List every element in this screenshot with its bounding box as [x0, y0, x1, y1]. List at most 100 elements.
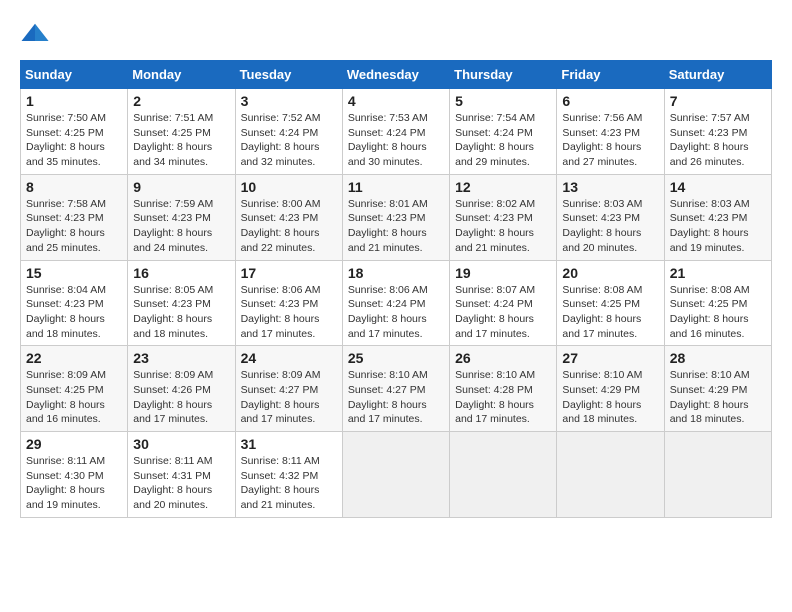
day-number: 20 [562, 265, 658, 281]
calendar-day-cell: 19 Sunrise: 8:07 AM Sunset: 4:24 PM Dayl… [450, 260, 557, 346]
calendar-day-cell: 25 Sunrise: 8:10 AM Sunset: 4:27 PM Dayl… [342, 346, 449, 432]
day-number: 13 [562, 179, 658, 195]
calendar-day-cell: 26 Sunrise: 8:10 AM Sunset: 4:28 PM Dayl… [450, 346, 557, 432]
day-info: Sunrise: 8:01 AM Sunset: 4:23 PM Dayligh… [348, 197, 444, 256]
day-number: 4 [348, 93, 444, 109]
day-number: 19 [455, 265, 551, 281]
calendar-day-cell: 3 Sunrise: 7:52 AM Sunset: 4:24 PM Dayli… [235, 89, 342, 175]
calendar-week-row: 22 Sunrise: 8:09 AM Sunset: 4:25 PM Dayl… [21, 346, 772, 432]
day-info: Sunrise: 7:56 AM Sunset: 4:23 PM Dayligh… [562, 111, 658, 170]
day-info: Sunrise: 8:09 AM Sunset: 4:26 PM Dayligh… [133, 368, 229, 427]
day-number: 24 [241, 350, 337, 366]
calendar-day-cell: 29 Sunrise: 8:11 AM Sunset: 4:30 PM Dayl… [21, 432, 128, 518]
day-info: Sunrise: 8:00 AM Sunset: 4:23 PM Dayligh… [241, 197, 337, 256]
day-number: 21 [670, 265, 766, 281]
day-of-week-header: Wednesday [342, 61, 449, 89]
calendar-day-cell: 21 Sunrise: 8:08 AM Sunset: 4:25 PM Dayl… [664, 260, 771, 346]
calendar-table: SundayMondayTuesdayWednesdayThursdayFrid… [20, 60, 772, 518]
day-number: 26 [455, 350, 551, 366]
calendar-day-cell: 5 Sunrise: 7:54 AM Sunset: 4:24 PM Dayli… [450, 89, 557, 175]
day-number: 15 [26, 265, 122, 281]
day-info: Sunrise: 8:06 AM Sunset: 4:23 PM Dayligh… [241, 283, 337, 342]
calendar-week-row: 29 Sunrise: 8:11 AM Sunset: 4:30 PM Dayl… [21, 432, 772, 518]
day-info: Sunrise: 8:08 AM Sunset: 4:25 PM Dayligh… [562, 283, 658, 342]
calendar-day-cell: 8 Sunrise: 7:58 AM Sunset: 4:23 PM Dayli… [21, 174, 128, 260]
page-header [20, 20, 772, 50]
calendar-header-row: SundayMondayTuesdayWednesdayThursdayFrid… [21, 61, 772, 89]
calendar-day-cell: 1 Sunrise: 7:50 AM Sunset: 4:25 PM Dayli… [21, 89, 128, 175]
calendar-day-cell: 31 Sunrise: 8:11 AM Sunset: 4:32 PM Dayl… [235, 432, 342, 518]
calendar-week-row: 15 Sunrise: 8:04 AM Sunset: 4:23 PM Dayl… [21, 260, 772, 346]
logo [20, 20, 54, 50]
calendar-day-cell [450, 432, 557, 518]
day-number: 9 [133, 179, 229, 195]
day-info: Sunrise: 8:11 AM Sunset: 4:31 PM Dayligh… [133, 454, 229, 513]
day-info: Sunrise: 8:11 AM Sunset: 4:32 PM Dayligh… [241, 454, 337, 513]
calendar-day-cell: 4 Sunrise: 7:53 AM Sunset: 4:24 PM Dayli… [342, 89, 449, 175]
day-number: 10 [241, 179, 337, 195]
day-info: Sunrise: 8:10 AM Sunset: 4:28 PM Dayligh… [455, 368, 551, 427]
day-number: 22 [26, 350, 122, 366]
calendar-day-cell: 23 Sunrise: 8:09 AM Sunset: 4:26 PM Dayl… [128, 346, 235, 432]
day-number: 23 [133, 350, 229, 366]
day-of-week-header: Saturday [664, 61, 771, 89]
day-info: Sunrise: 7:50 AM Sunset: 4:25 PM Dayligh… [26, 111, 122, 170]
day-of-week-header: Sunday [21, 61, 128, 89]
calendar-day-cell: 24 Sunrise: 8:09 AM Sunset: 4:27 PM Dayl… [235, 346, 342, 432]
calendar-day-cell: 22 Sunrise: 8:09 AM Sunset: 4:25 PM Dayl… [21, 346, 128, 432]
calendar-day-cell: 20 Sunrise: 8:08 AM Sunset: 4:25 PM Dayl… [557, 260, 664, 346]
calendar-day-cell: 15 Sunrise: 8:04 AM Sunset: 4:23 PM Dayl… [21, 260, 128, 346]
calendar-day-cell: 27 Sunrise: 8:10 AM Sunset: 4:29 PM Dayl… [557, 346, 664, 432]
day-of-week-header: Friday [557, 61, 664, 89]
day-number: 27 [562, 350, 658, 366]
day-number: 7 [670, 93, 766, 109]
calendar-day-cell [557, 432, 664, 518]
day-info: Sunrise: 7:51 AM Sunset: 4:25 PM Dayligh… [133, 111, 229, 170]
day-info: Sunrise: 7:52 AM Sunset: 4:24 PM Dayligh… [241, 111, 337, 170]
day-info: Sunrise: 8:06 AM Sunset: 4:24 PM Dayligh… [348, 283, 444, 342]
day-info: Sunrise: 8:03 AM Sunset: 4:23 PM Dayligh… [562, 197, 658, 256]
day-info: Sunrise: 8:07 AM Sunset: 4:24 PM Dayligh… [455, 283, 551, 342]
day-number: 8 [26, 179, 122, 195]
calendar-day-cell: 11 Sunrise: 8:01 AM Sunset: 4:23 PM Dayl… [342, 174, 449, 260]
day-info: Sunrise: 7:54 AM Sunset: 4:24 PM Dayligh… [455, 111, 551, 170]
day-number: 14 [670, 179, 766, 195]
day-number: 17 [241, 265, 337, 281]
day-info: Sunrise: 7:57 AM Sunset: 4:23 PM Dayligh… [670, 111, 766, 170]
day-of-week-header: Tuesday [235, 61, 342, 89]
day-number: 18 [348, 265, 444, 281]
day-number: 31 [241, 436, 337, 452]
day-number: 25 [348, 350, 444, 366]
calendar-week-row: 8 Sunrise: 7:58 AM Sunset: 4:23 PM Dayli… [21, 174, 772, 260]
day-info: Sunrise: 8:05 AM Sunset: 4:23 PM Dayligh… [133, 283, 229, 342]
calendar-day-cell: 30 Sunrise: 8:11 AM Sunset: 4:31 PM Dayl… [128, 432, 235, 518]
day-number: 30 [133, 436, 229, 452]
calendar-day-cell: 14 Sunrise: 8:03 AM Sunset: 4:23 PM Dayl… [664, 174, 771, 260]
calendar-day-cell: 17 Sunrise: 8:06 AM Sunset: 4:23 PM Dayl… [235, 260, 342, 346]
calendar-day-cell [664, 432, 771, 518]
calendar-day-cell: 9 Sunrise: 7:59 AM Sunset: 4:23 PM Dayli… [128, 174, 235, 260]
day-number: 5 [455, 93, 551, 109]
day-number: 3 [241, 93, 337, 109]
calendar-day-cell: 12 Sunrise: 8:02 AM Sunset: 4:23 PM Dayl… [450, 174, 557, 260]
logo-icon [20, 20, 50, 50]
calendar-day-cell [342, 432, 449, 518]
day-number: 6 [562, 93, 658, 109]
day-info: Sunrise: 7:53 AM Sunset: 4:24 PM Dayligh… [348, 111, 444, 170]
calendar-week-row: 1 Sunrise: 7:50 AM Sunset: 4:25 PM Dayli… [21, 89, 772, 175]
day-info: Sunrise: 8:09 AM Sunset: 4:27 PM Dayligh… [241, 368, 337, 427]
calendar-day-cell: 28 Sunrise: 8:10 AM Sunset: 4:29 PM Dayl… [664, 346, 771, 432]
day-info: Sunrise: 8:03 AM Sunset: 4:23 PM Dayligh… [670, 197, 766, 256]
day-number: 16 [133, 265, 229, 281]
day-info: Sunrise: 8:11 AM Sunset: 4:30 PM Dayligh… [26, 454, 122, 513]
day-info: Sunrise: 8:08 AM Sunset: 4:25 PM Dayligh… [670, 283, 766, 342]
day-info: Sunrise: 8:10 AM Sunset: 4:29 PM Dayligh… [670, 368, 766, 427]
day-info: Sunrise: 8:02 AM Sunset: 4:23 PM Dayligh… [455, 197, 551, 256]
day-info: Sunrise: 7:59 AM Sunset: 4:23 PM Dayligh… [133, 197, 229, 256]
day-info: Sunrise: 8:09 AM Sunset: 4:25 PM Dayligh… [26, 368, 122, 427]
calendar-day-cell: 7 Sunrise: 7:57 AM Sunset: 4:23 PM Dayli… [664, 89, 771, 175]
calendar-day-cell: 13 Sunrise: 8:03 AM Sunset: 4:23 PM Dayl… [557, 174, 664, 260]
day-number: 11 [348, 179, 444, 195]
day-info: Sunrise: 7:58 AM Sunset: 4:23 PM Dayligh… [26, 197, 122, 256]
day-of-week-header: Monday [128, 61, 235, 89]
